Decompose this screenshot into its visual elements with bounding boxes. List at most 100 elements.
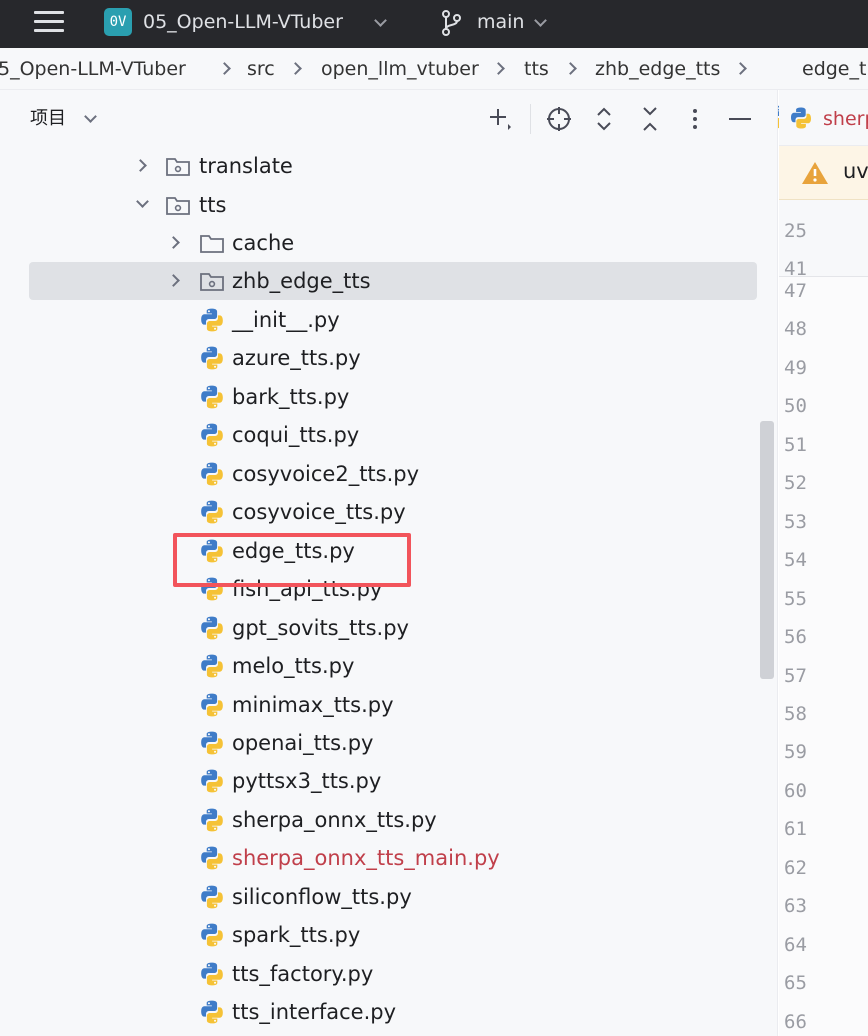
line-number: 60	[784, 779, 807, 802]
tree-item-translate[interactable]: translate	[0, 147, 760, 185]
tree-item-python-file[interactable]: azure_tts.py	[0, 339, 760, 377]
breadcrumb-item[interactable]: edge_t	[802, 57, 866, 81]
tree-item-zhb-edge-tts[interactable]: zhb_edge_tts	[0, 262, 760, 300]
python-file-icon	[201, 308, 223, 332]
tree-item-python-file[interactable]: cosyvoice_tts.py	[0, 493, 760, 531]
tree-item-label: cache	[232, 231, 295, 255]
package-folder-icon	[166, 158, 190, 176]
breadcrumb-separator-icon	[218, 62, 231, 75]
breadcrumb-item[interactable]: zhb_edge_tts	[595, 57, 720, 81]
line-number: 41	[784, 258, 807, 280]
line-number: 25	[784, 220, 807, 242]
tree-item-python-file[interactable]: bark_tts.py	[0, 378, 760, 416]
sticky-lines: 25 41	[779, 200, 868, 280]
breadcrumb-item[interactable]: src	[247, 57, 275, 81]
main-menu-icon[interactable]	[34, 9, 66, 35]
tree-item-python-file[interactable]: minimax_tts.py	[0, 686, 760, 724]
tree-item-cache[interactable]: cache	[0, 224, 760, 262]
python-file-icon	[201, 347, 223, 370]
line-number: 55	[784, 587, 807, 610]
python-file-icon	[201, 654, 223, 678]
tree-item-python-file[interactable]: __init__.py	[0, 301, 760, 339]
tree-scrollbar[interactable]	[760, 421, 774, 679]
editor-tab[interactable]: sherp	[779, 90, 868, 146]
toolbar-divider	[530, 104, 531, 134]
tree-item-label: cosyvoice_tts.py	[232, 500, 406, 525]
tree-item-label: tts_interface.py	[232, 1000, 397, 1025]
hide-panel-icon[interactable]	[726, 104, 754, 134]
expand-arrow-icon[interactable]	[134, 159, 147, 172]
add-new-icon[interactable]	[486, 104, 514, 134]
tree-item-label: __init__.py	[232, 308, 340, 332]
expand-all-icon[interactable]	[590, 104, 618, 134]
breadcrumb-item[interactable]: open_llm_vtuber	[321, 57, 479, 81]
breadcrumb-item[interactable]: tts	[524, 57, 549, 81]
python-file-icon	[201, 731, 223, 755]
line-number: 52	[784, 472, 807, 495]
python-file-icon	[201, 616, 223, 639]
tree-item-python-file[interactable]: siliconflow_tts.py	[0, 878, 760, 916]
tree-item-python-file[interactable]: openai_tts.py	[0, 724, 760, 762]
branch-name[interactable]: main	[477, 9, 524, 35]
tree-item-label: openai_tts.py	[232, 730, 374, 755]
warning-banner: uv	[779, 146, 868, 200]
folder-icon	[200, 235, 224, 253]
tree-item-python-file[interactable]: pyttsx3_tts.py	[0, 762, 760, 800]
line-number: 48	[784, 318, 807, 341]
expand-arrow-icon[interactable]	[167, 236, 180, 249]
tree-item-label: gpt_sovits_tts.py	[232, 615, 409, 640]
editor-area: sherp uv 25 41 47 48 49 50 51 52 53 54 55 56 57 58 5…	[779, 90, 868, 1036]
tree-item-python-file[interactable]: spark_tts.py	[0, 916, 760, 954]
python-file-icon	[201, 462, 223, 486]
python-file-icon	[791, 107, 811, 129]
tree-item-label: siliconflow_tts.py	[232, 884, 412, 909]
title-bar: 0V 05_Open-LLM-VTuber main	[0, 0, 868, 48]
tree-item-label: translate	[199, 154, 293, 178]
locate-file-icon[interactable]	[545, 104, 573, 134]
tree-item-python-file[interactable]: melo_tts.py	[0, 647, 760, 685]
tree-item-python-file[interactable]: sherpa_onnx_tts.py	[0, 801, 760, 839]
more-options-icon[interactable]	[681, 104, 709, 134]
python-file-icon	[201, 500, 223, 524]
line-number: 66	[784, 1010, 807, 1033]
git-branch-icon[interactable]	[440, 9, 462, 37]
tree-item-python-file[interactable]: gpt_sovits_tts.py	[0, 609, 760, 647]
python-file-icon	[201, 423, 223, 447]
tree-item-python-file[interactable]: coqui_tts.py	[0, 416, 760, 454]
tree-item-label: melo_tts.py	[232, 654, 355, 679]
tree-item-label: zhb_edge_tts	[232, 269, 371, 293]
breadcrumb-separator-icon	[289, 62, 302, 75]
tree-item-label: sherpa_onnx_tts_main.py	[232, 846, 500, 871]
line-number: 62	[784, 856, 807, 879]
python-file-icon	[201, 770, 223, 793]
panel-title-chevron-down-icon[interactable]	[84, 110, 97, 123]
line-number: 58	[784, 702, 807, 725]
tree-item-label: coqui_tts.py	[232, 423, 360, 448]
line-number: 54	[784, 549, 807, 572]
annotation-highlight-box	[173, 533, 411, 587]
panel-title[interactable]: 项目	[30, 106, 66, 132]
tree-item-python-file[interactable]: tts_factory.py	[0, 955, 760, 993]
project-chevron-down-icon[interactable]	[374, 14, 387, 27]
collapse-arrow-icon[interactable]	[136, 195, 149, 208]
line-number: 47	[784, 280, 807, 302]
breadcrumb-item[interactable]: 5_Open-LLM-VTuber	[0, 57, 186, 81]
breadcrumb-separator-icon	[564, 62, 577, 75]
tree-item-python-file[interactable]: cosyvoice2_tts.py	[0, 455, 760, 493]
tree-item-tts[interactable]: tts	[0, 186, 760, 224]
project-name[interactable]: 05_Open-LLM-VTuber	[143, 9, 343, 35]
branch-chevron-down-icon[interactable]	[534, 14, 547, 27]
line-number: 59	[784, 741, 807, 764]
python-file-icon	[201, 962, 223, 986]
tree-item-python-file[interactable]: sherpa_onnx_tts_main.py	[0, 839, 760, 877]
python-file-icon	[201, 808, 223, 832]
warning-icon	[802, 162, 828, 184]
project-badge[interactable]: 0V	[104, 8, 132, 36]
selection-highlight	[29, 262, 757, 300]
collapse-all-icon[interactable]	[636, 104, 664, 134]
line-number: 56	[784, 626, 807, 649]
tree-item-python-file[interactable]: tts_interface.py	[0, 993, 760, 1031]
python-file-icon	[201, 693, 223, 716]
breadcrumb: 5_Open-LLM-VTuber src open_llm_vtuber tt…	[0, 48, 868, 129]
breadcrumb-separator-icon	[492, 62, 505, 75]
